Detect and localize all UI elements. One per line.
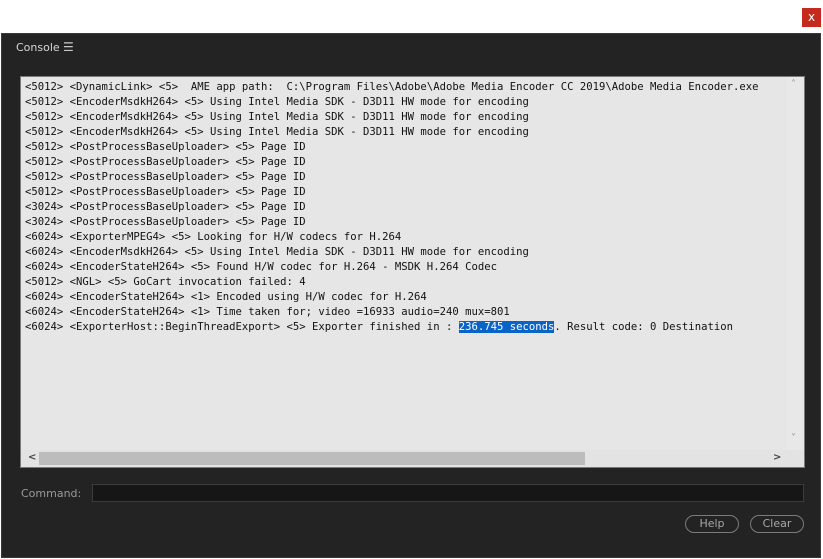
- log-line: <6024> <EncoderMsdkH264> <5> Using Intel…: [25, 246, 529, 258]
- command-input[interactable]: [92, 484, 804, 502]
- log-line-last: <6024> <ExporterHost::BeginThreadExport>…: [25, 320, 786, 335]
- vertical-scrollbar[interactable]: ˄ ˅: [787, 77, 804, 450]
- log-line: <5012> <PostProcessBaseUploader> <5> Pag…: [25, 141, 306, 153]
- log-line: <5012> <PostProcessBaseUploader> <5> Pag…: [25, 186, 306, 198]
- log-line: <5012> <EncoderMsdkH264> <5> Using Intel…: [25, 126, 529, 138]
- log-line: <6024> <EncoderStateH264> <5> Found H/W …: [25, 261, 497, 273]
- console-log[interactable]: <5012> <DynamicLink> <5> AME app path: C…: [20, 76, 805, 468]
- window-title-bar: x: [0, 0, 823, 33]
- horizontal-scroll-thumb[interactable]: [39, 452, 585, 465]
- panel-title: Console: [16, 41, 60, 54]
- help-button[interactable]: Help: [685, 515, 739, 533]
- scroll-up-icon[interactable]: ˄: [791, 79, 796, 90]
- log-line: <5012> <NGL> <5> GoCart invocation faile…: [25, 276, 306, 288]
- scroll-left-icon[interactable]: <: [28, 452, 36, 463]
- horizontal-scrollbar[interactable]: < >: [21, 450, 804, 467]
- log-line: <5012> <EncoderMsdkH264> <5> Using Intel…: [25, 96, 529, 108]
- scroll-down-icon[interactable]: ˅: [791, 433, 796, 444]
- log-segment: <6024> <ExporterHost::BeginThreadExport>…: [25, 321, 459, 333]
- log-line: <6024> <EncoderStateH264> <1> Time taken…: [25, 306, 510, 318]
- selected-text: 236.745 seconds: [458, 321, 555, 333]
- log-line: <5012> <PostProcessBaseUploader> <5> Pag…: [25, 156, 306, 168]
- log-text-area[interactable]: <5012> <DynamicLink> <5> AME app path: C…: [25, 80, 786, 449]
- close-button[interactable]: x: [802, 8, 821, 27]
- log-line: <6024> <EncoderStateH264> <1> Encoded us…: [25, 291, 427, 303]
- scroll-right-icon[interactable]: >: [773, 452, 781, 463]
- log-line: <5012> <PostProcessBaseUploader> <5> Pag…: [25, 171, 306, 183]
- console-panel: Console ☰ <5012> <DynamicLink> <5> AME a…: [1, 33, 821, 558]
- log-line: <6024> <ExporterMPEG4> <5> Looking for H…: [25, 231, 402, 243]
- log-line: <3024> <PostProcessBaseUploader> <5> Pag…: [25, 201, 306, 213]
- hamburger-menu-icon[interactable]: ☰: [63, 40, 74, 54]
- log-line: <5012> <DynamicLink> <5> AME app path: C…: [25, 81, 759, 93]
- log-line: <5012> <EncoderMsdkH264> <5> Using Intel…: [25, 111, 529, 123]
- clear-button[interactable]: Clear: [750, 515, 804, 533]
- log-line: <3024> <PostProcessBaseUploader> <5> Pag…: [25, 216, 306, 228]
- command-label: Command:: [21, 487, 82, 500]
- log-segment: . Result code: 0 Destination: [554, 321, 733, 333]
